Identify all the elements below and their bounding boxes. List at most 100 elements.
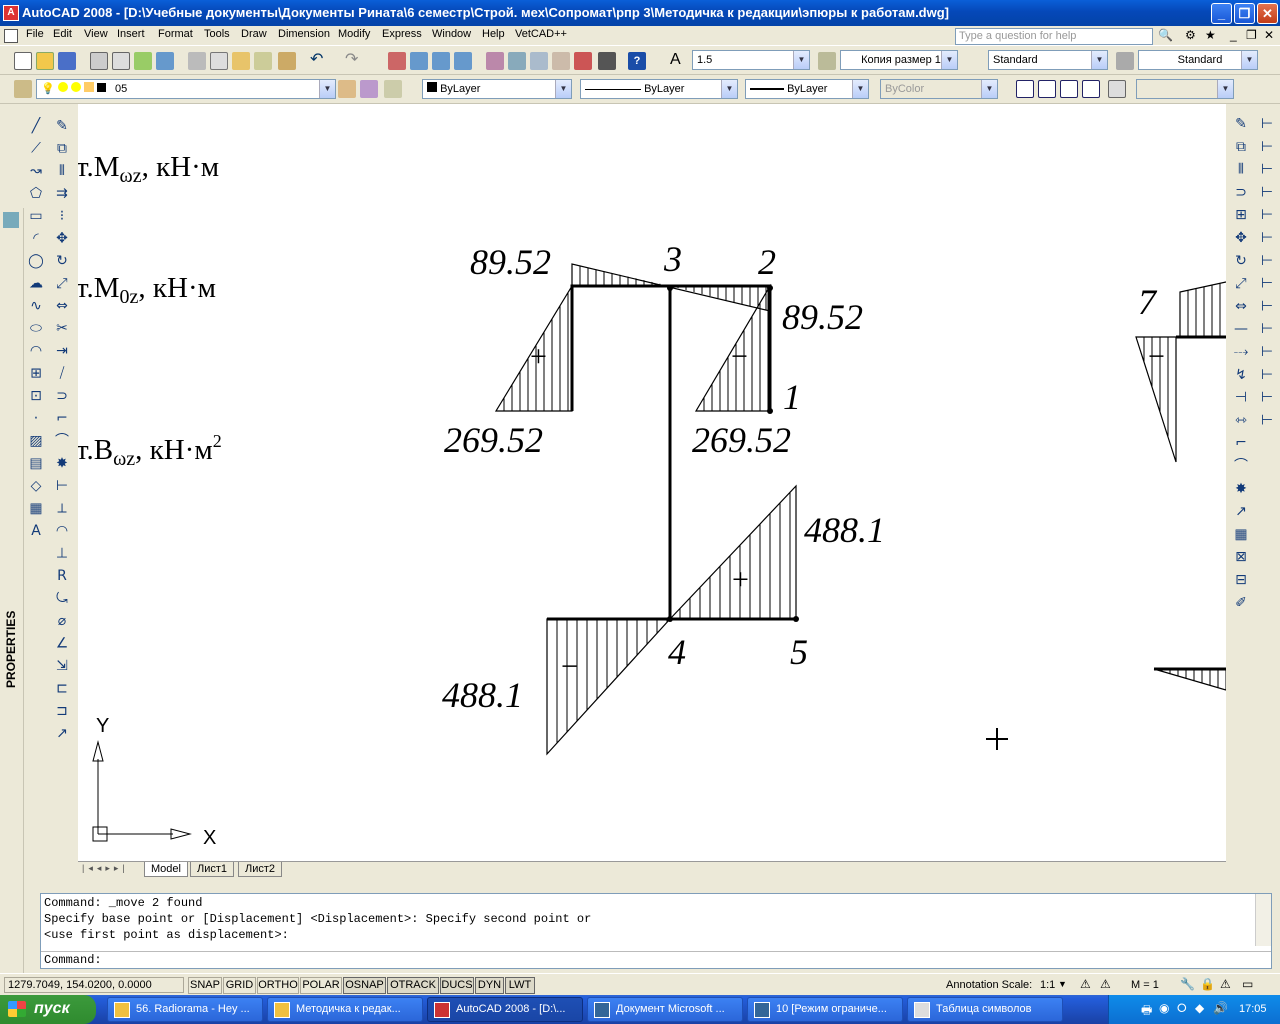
open-icon[interactable] [36, 52, 54, 70]
mirror-icon[interactable]: ⫴ [59, 163, 65, 179]
lock-icon[interactable]: 🔒 [1200, 977, 1215, 991]
explode-icon[interactable]: ✸ [1235, 481, 1247, 497]
status-button-snap[interactable]: SNAP [188, 977, 222, 994]
tool-palettes-icon[interactable] [530, 52, 548, 70]
extend-icon[interactable]: ⤏ [1234, 344, 1249, 360]
new-icon[interactable] [14, 52, 32, 70]
network-icon[interactable]: ◉ [1159, 1001, 1169, 1015]
title-bar[interactable]: A AutoCAD 2008 - [D:\Учебные документы\Д… [0, 0, 1280, 26]
radius-dim-icon[interactable]: ⊢ [1261, 207, 1273, 223]
chevron-down-icon[interactable]: ▼ [1091, 51, 1107, 69]
arc-icon[interactable]: ◜ [33, 231, 39, 247]
arc-length-icon[interactable]: ⊢ [1261, 162, 1273, 178]
xref-icon[interactable]: ⊟ [1235, 572, 1247, 588]
command-input-line[interactable]: Command: [41, 951, 1271, 968]
chevron-down-icon[interactable]: ▼ [852, 80, 868, 98]
rectangle-icon[interactable]: ▭ [29, 208, 42, 224]
design-center-icon[interactable] [508, 52, 526, 70]
menu-edit[interactable]: Edit [53, 28, 72, 40]
line-icon[interactable]: ╱ [31, 117, 42, 134]
angular-dim-icon[interactable]: ⊢ [1261, 276, 1273, 292]
chevron-down-icon[interactable]: ▼ [555, 80, 571, 98]
tab-sheet1[interactable]: Лист1 [190, 862, 235, 877]
menu-insert[interactable]: Insert [117, 28, 145, 40]
doc-minimize-button[interactable]: _ [1230, 28, 1237, 42]
table-icon[interactable]: ▦ [1234, 526, 1247, 542]
spline-icon[interactable]: ∿ [30, 298, 42, 314]
lock-icon[interactable] [83, 82, 94, 92]
publish-icon[interactable] [134, 52, 152, 70]
rotate-icon[interactable]: ↻ [1235, 253, 1247, 269]
dim-style-combo[interactable]: Копия размер 1 ▼ [840, 50, 958, 70]
layer-combo[interactable]: 💡 05 ▼ [36, 79, 336, 99]
circle-icon[interactable]: ◯ [28, 253, 44, 269]
polygonal-viewport-icon[interactable] [1060, 80, 1078, 98]
paste-icon[interactable] [232, 52, 250, 70]
color-combo[interactable]: ByLayer ▼ [422, 79, 572, 99]
array-icon[interactable]: ⁝ [60, 208, 64, 224]
chevron-down-icon[interactable]: ▼ [319, 80, 335, 98]
autocad-app-icon[interactable]: A [3, 5, 19, 21]
quick-dim-icon[interactable]: ⊢ [1261, 298, 1273, 314]
taskbar-item[interactable]: 10 [Режим ограниче... [747, 997, 903, 1022]
cut-icon[interactable] [188, 52, 206, 70]
taskbar-item[interactable]: Методичка к редак... [267, 997, 423, 1022]
aligned-dim-icon[interactable]: ⊢ [1261, 139, 1273, 155]
extend-icon[interactable]: ⇥ [56, 343, 68, 359]
menu-dimension[interactable]: Dimension [278, 28, 330, 40]
start-button[interactable]: пуск [0, 995, 96, 1024]
make-layer-current-icon[interactable] [338, 80, 356, 98]
status-button-dyn[interactable]: DYN [475, 977, 504, 994]
layer-previous-icon[interactable] [384, 80, 402, 98]
status-button-polar[interactable]: POLAR [300, 977, 342, 994]
drawing-svg[interactable]: Y X т.Mωz, кН·м т.M0z, кН·м т.Bωz, кН·м2… [78, 104, 1226, 861]
erase-icon[interactable]: ✎ [56, 118, 68, 134]
gradient-icon[interactable]: ▤ [29, 456, 42, 472]
diameter-dim-icon[interactable]: ⌀ [58, 613, 67, 629]
tolerance-icon[interactable]: ⊢ [1261, 390, 1273, 406]
3d-dwf-icon[interactable] [156, 52, 174, 70]
annotation-visibility-icon[interactable]: ⚠ [1080, 977, 1091, 991]
save-icon[interactable] [58, 52, 76, 70]
tab-nav-arrows[interactable]: |◂◂▸▸| [82, 863, 129, 874]
coordinate-display[interactable]: 1279.7049, 154.0200, 0.0000 [4, 977, 184, 993]
plot-preview-icon[interactable] [112, 52, 130, 70]
autoscale-icon[interactable]: ⚠ [1100, 977, 1111, 991]
warning-icon[interactable]: ⚠ [1220, 977, 1231, 991]
status-button-lwt[interactable]: LWT [505, 977, 535, 994]
copy-icon[interactable]: ⧉ [57, 141, 67, 157]
markup-icon[interactable] [574, 52, 592, 70]
pan-icon[interactable] [388, 52, 406, 70]
layouts-icon[interactable] [1016, 80, 1034, 98]
copy-icon[interactable] [210, 52, 228, 70]
search-icon[interactable]: 🔍 [1158, 28, 1173, 42]
stretch-icon[interactable]: ⇔ [56, 298, 68, 314]
doc-close-button[interactable]: ✕ [1264, 28, 1274, 42]
polyline-icon[interactable]: ↝ [29, 163, 42, 179]
scale-icon[interactable]: ⤢ [56, 276, 67, 292]
sheet-set-icon[interactable] [552, 52, 570, 70]
chevron-down-icon[interactable]: ▼ [793, 51, 809, 69]
rotate-icon[interactable]: ↻ [56, 253, 68, 269]
offset-icon[interactable]: ⇉ [56, 186, 68, 202]
trim-icon[interactable]: ✂ [56, 321, 68, 337]
attribute-icon[interactable]: ⊠ [1235, 549, 1247, 565]
zoom-previous-icon[interactable] [454, 52, 472, 70]
linear-dim-icon[interactable]: ⊢ [56, 478, 68, 494]
angular-dim-icon[interactable]: ∠ [56, 636, 69, 652]
menu-express[interactable]: Express [382, 28, 422, 40]
chamfer-icon[interactable]: ⌐ [56, 411, 68, 427]
viewport-icon[interactable] [1038, 80, 1056, 98]
layer-states-icon[interactable] [360, 80, 378, 98]
properties-icon[interactable] [486, 52, 504, 70]
redo-icon[interactable]: ↷ [345, 52, 363, 70]
radius-dim-icon[interactable]: R [57, 568, 67, 584]
command-scrollbar[interactable] [1255, 894, 1271, 946]
menu-window[interactable]: Window [432, 28, 471, 40]
freeze-icon[interactable] [57, 82, 68, 92]
text-height-combo[interactable]: 1.5 ▼ [692, 50, 810, 70]
continue-dim-icon[interactable]: ⊢ [1261, 344, 1273, 360]
baseline-dim-icon[interactable]: ⊏ [56, 681, 68, 697]
linetype-combo[interactable]: ByLayer ▼ [580, 79, 738, 99]
ellipse-icon[interactable]: ⬭ [30, 321, 42, 337]
